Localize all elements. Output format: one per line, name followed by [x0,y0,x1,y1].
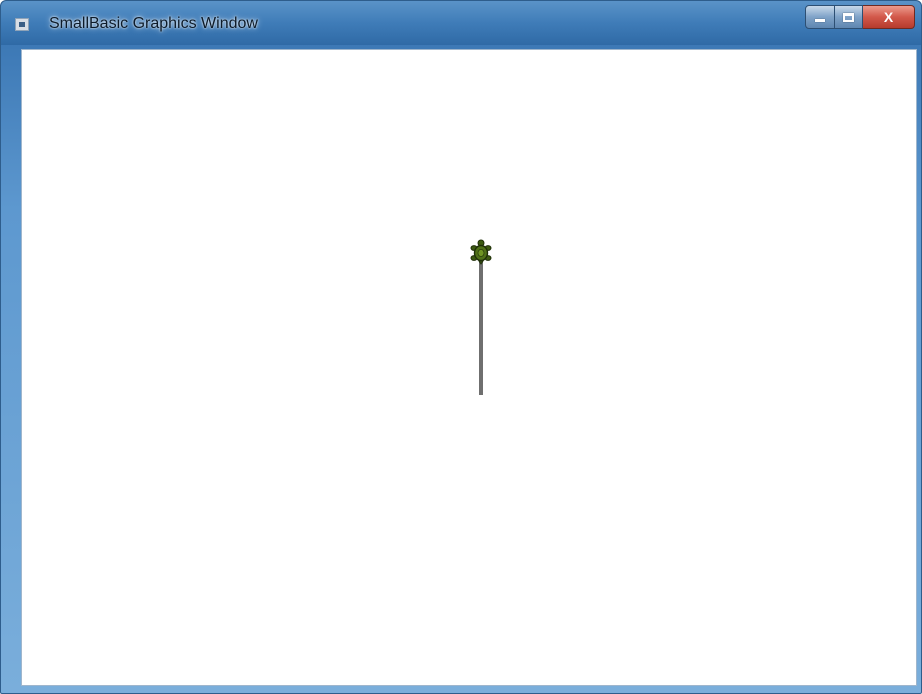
minimize-icon [815,18,825,22]
title-bar[interactable]: SmallBasic Graphics Window X [1,1,921,45]
maximize-button[interactable] [835,5,863,29]
graphics-canvas[interactable] [21,49,917,686]
app-icon[interactable] [15,18,29,31]
turtle-trail-line [479,258,483,395]
window-title: SmallBasic Graphics Window [49,15,258,32]
caption-buttons: X [805,5,915,29]
graphics-window: SmallBasic Graphics Window X [0,0,922,694]
turtle-icon [470,239,492,265]
minimize-button[interactable] [805,5,835,29]
close-button[interactable]: X [863,5,915,29]
close-icon: X [883,9,894,25]
maximize-icon [843,12,854,22]
